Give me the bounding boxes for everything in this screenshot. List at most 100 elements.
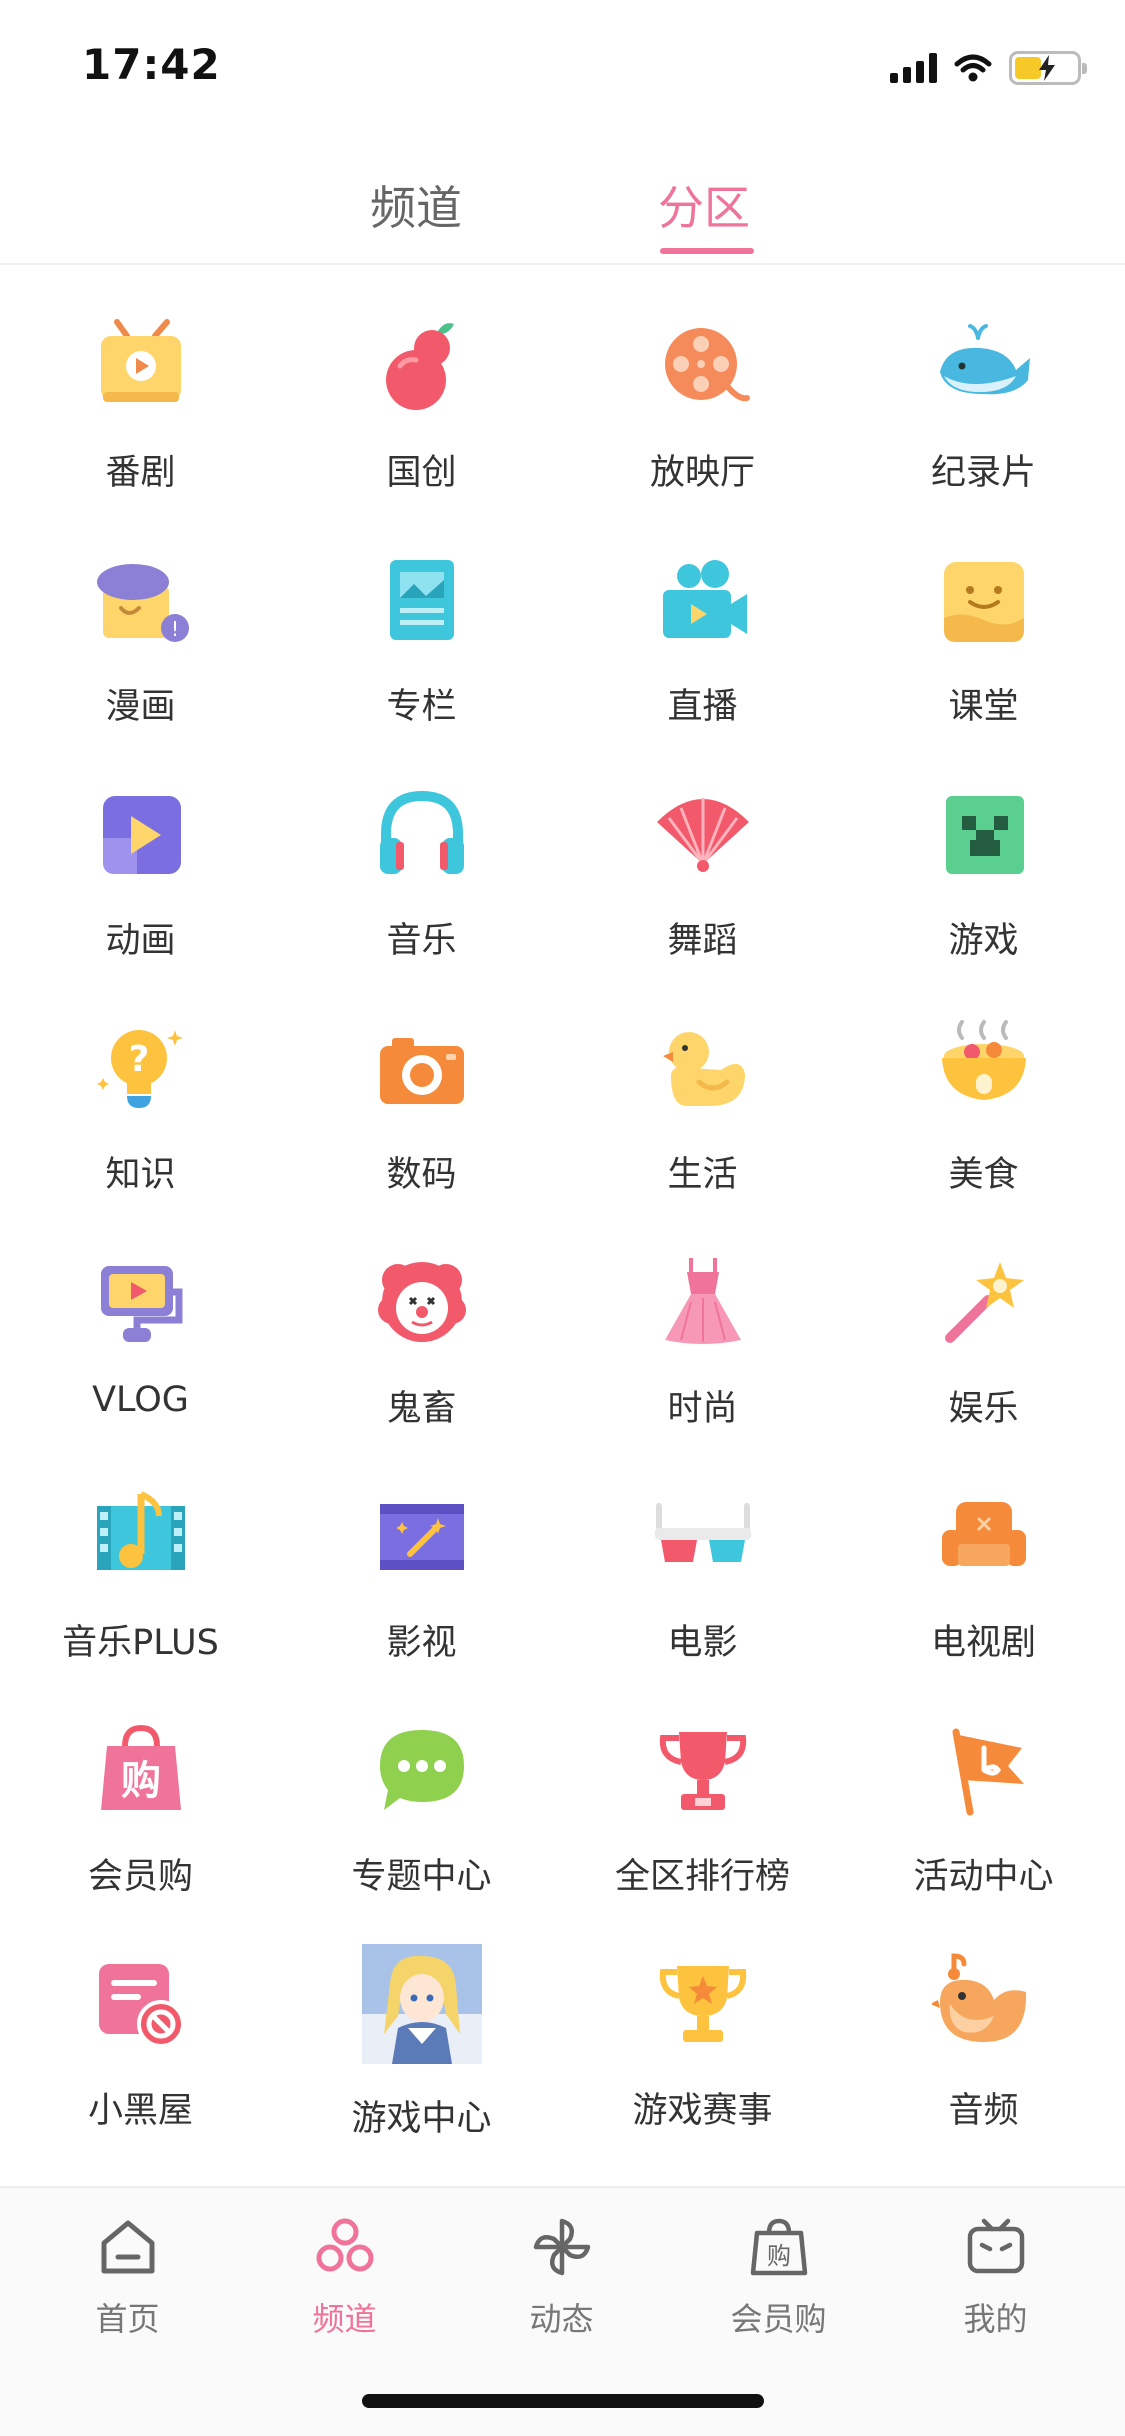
category-label: 音频 [948, 2091, 1019, 2131]
shop-bag-icon: 购 [744, 2212, 814, 2282]
nav-channel[interactable]: 频道 [232, 2212, 457, 2340]
category-yinyue-plus[interactable]: 音乐PLUS [0, 1470, 281, 1704]
category-shenghuo[interactable]: 生活 [562, 1002, 843, 1236]
nav-label: 首页 [95, 2300, 160, 2338]
category-quanqu-paihangbang[interactable]: 全区排行榜 [562, 1704, 843, 1938]
category-dianshiju[interactable]: 电视剧 [843, 1470, 1124, 1704]
magic-wand-icon [932, 1250, 1036, 1354]
category-label: 娱乐 [948, 1389, 1019, 1429]
channel-icon [310, 2212, 380, 2282]
category-label: 活动中心 [913, 1857, 1054, 1897]
category-label: 游戏中心 [351, 2099, 492, 2139]
category-label: 直播 [667, 687, 738, 727]
category-xiaoheiwu[interactable]: 小黑屋 [0, 1938, 281, 2172]
category-label: 游戏 [948, 921, 1019, 961]
category-shuma[interactable]: 数码 [281, 1002, 562, 1236]
category-zhuanti-zhongxin[interactable]: 专题中心 [281, 1704, 562, 1938]
sofa-icon [932, 1484, 1036, 1588]
category-label: 游戏赛事 [632, 2091, 773, 2131]
duck-icon [651, 1016, 755, 1120]
3d-glasses-icon [651, 1484, 755, 1588]
tv-icon [89, 314, 193, 418]
camera-live-icon [651, 548, 755, 652]
class-icon [932, 548, 1036, 652]
movie-strip-icon [370, 1484, 474, 1588]
status-time: 17:42 [82, 40, 221, 89]
category-yinyue[interactable]: 音乐 [281, 768, 562, 1002]
category-huiyuangou[interactable]: 购 会员购 [0, 1704, 281, 1938]
photo-camera-icon [370, 1016, 474, 1120]
whale-icon [932, 314, 1036, 418]
home-icon [93, 2212, 163, 2282]
category-label: 全区排行榜 [614, 1857, 790, 1897]
category-donghua[interactable]: 动画 [0, 768, 281, 1002]
lightbulb-icon: ? [89, 1016, 193, 1120]
comic-icon: ! [89, 548, 193, 652]
category-zhibo[interactable]: 直播 [562, 534, 843, 768]
category-label: 课堂 [948, 687, 1019, 727]
category-manhua[interactable]: ! 漫画 [0, 534, 281, 768]
category-guichu[interactable]: 鬼畜 [281, 1236, 562, 1470]
category-label: 小黑屋 [87, 2091, 193, 2131]
category-shishang[interactable]: 时尚 [562, 1236, 843, 1470]
film-reel-icon [651, 314, 755, 418]
tab-channel[interactable]: 频道 [370, 172, 462, 238]
category-wudao[interactable]: 舞蹈 [562, 768, 843, 1002]
svg-text:!: ! [170, 617, 178, 641]
nav-label: 频道 [312, 2300, 377, 2338]
category-label: 动画 [105, 921, 176, 961]
nav-member-shop[interactable]: 购 会员购 [666, 2212, 891, 2340]
nav-home[interactable]: 首页 [15, 2212, 240, 2340]
category-zhuanlan[interactable]: 专栏 [281, 534, 562, 768]
clown-icon [370, 1250, 474, 1354]
trophy-icon [651, 1718, 755, 1822]
category-label: 专栏 [386, 687, 457, 727]
star-trophy-icon [651, 1952, 755, 2056]
category-jilupian[interactable]: 纪录片 [843, 300, 1124, 534]
category-label: 放映厅 [649, 453, 755, 493]
music-film-icon [89, 1484, 193, 1588]
category-label: 时尚 [667, 1389, 738, 1429]
category-label: 番剧 [105, 453, 176, 493]
svg-text:购: 购 [121, 1758, 161, 1804]
nav-mine[interactable]: 我的 [883, 2212, 1108, 2340]
category-yingshi[interactable]: 影视 [281, 1470, 562, 1704]
gourd-icon [370, 314, 474, 418]
category-dianying[interactable]: 电影 [562, 1470, 843, 1704]
category-huodong-zhongxin[interactable]: 活动中心 [843, 1704, 1124, 1938]
category-ketang[interactable]: 课堂 [843, 534, 1124, 768]
category-zhishi[interactable]: ? 知识 [0, 1002, 281, 1236]
tv-face-icon [961, 2212, 1031, 2282]
category-vlog[interactable]: VLOG [0, 1236, 281, 1470]
category-label: 电影 [667, 1623, 738, 1663]
category-label: 生活 [667, 1155, 738, 1195]
category-youxi-zhongxin[interactable]: 游戏中心 [281, 1938, 562, 2172]
category-label: 电视剧 [930, 1623, 1036, 1663]
category-label: 鬼畜 [386, 1389, 457, 1429]
category-yinpin[interactable]: 音频 [843, 1938, 1124, 2172]
category-yule[interactable]: 娱乐 [843, 1236, 1124, 1470]
category-label: 音乐PLUS [62, 1623, 219, 1663]
nav-label: 我的 [963, 2300, 1028, 2338]
creeper-icon [932, 782, 1036, 886]
status-bar: 17:42 [0, 0, 1125, 132]
category-label: 专题中心 [351, 1857, 492, 1897]
category-label: 数码 [386, 1155, 457, 1195]
category-label: 舞蹈 [667, 921, 738, 961]
category-label: 美食 [948, 1155, 1019, 1195]
blocked-icon [89, 1952, 193, 2056]
home-indicator[interactable] [362, 2394, 764, 2408]
tab-partition[interactable]: 分区 [658, 172, 750, 238]
active-tab-indicator [660, 248, 754, 254]
category-youxi[interactable]: 游戏 [843, 768, 1124, 1002]
dress-icon [651, 1250, 755, 1354]
category-label: 漫画 [105, 687, 176, 727]
category-meishi[interactable]: 美食 [843, 1002, 1124, 1236]
pinwheel-icon [527, 2212, 597, 2282]
category-fangyingting[interactable]: 放映厅 [562, 300, 843, 534]
nav-dynamic[interactable]: 动态 [449, 2212, 674, 2340]
category-youxi-saishi[interactable]: 游戏赛事 [562, 1938, 843, 2172]
category-guochuang[interactable]: 国创 [281, 300, 562, 534]
wifi-icon [954, 54, 992, 82]
category-fanju[interactable]: 番剧 [0, 300, 281, 534]
